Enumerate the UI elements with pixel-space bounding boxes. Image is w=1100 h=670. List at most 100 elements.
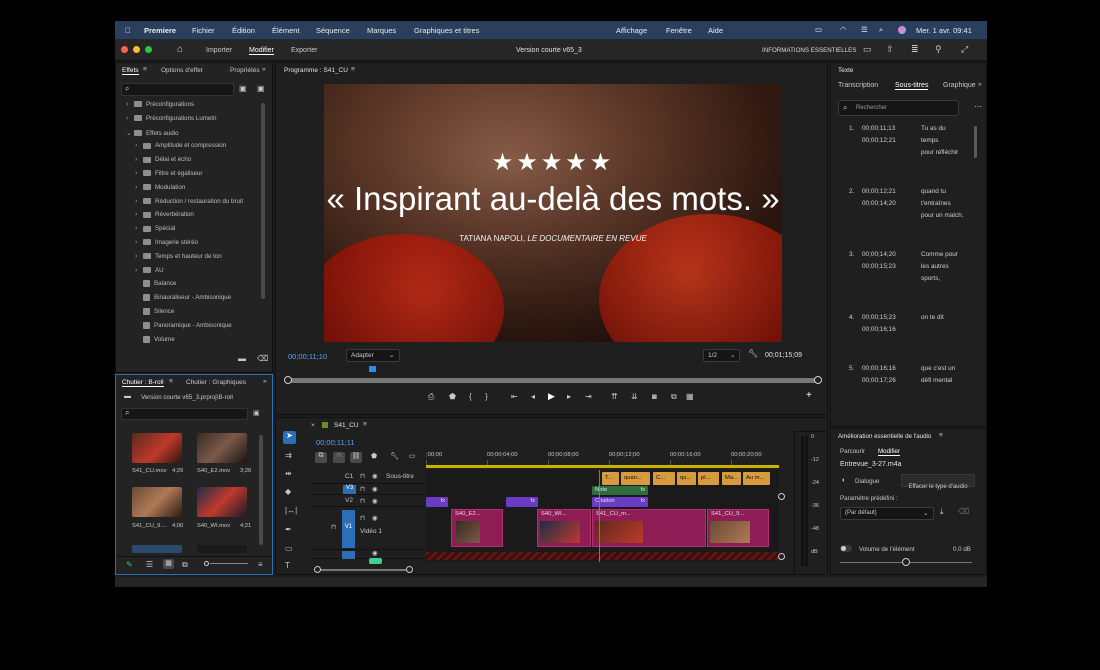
chevron-right-icon[interactable]: › xyxy=(135,267,143,274)
menubar-datetime[interactable]: Mer. 1 avr. 09:41 xyxy=(916,26,972,35)
pen-icon[interactable]: ✒ xyxy=(285,525,292,534)
effects-tree-item[interactable]: › Imagerie stéréo xyxy=(116,239,198,252)
scrub-ruler[interactable] xyxy=(286,368,819,372)
graphic-clip[interactable]: fx xyxy=(426,497,448,507)
effects-search-input[interactable]: ⌕ xyxy=(121,83,234,96)
tab-transcription[interactable]: Transcription xyxy=(838,82,878,89)
zoom-window-button[interactable] xyxy=(145,46,152,53)
scroll-handle[interactable] xyxy=(778,493,785,500)
accelerated-effects-icon[interactable]: ▣ xyxy=(239,84,247,93)
wifi-icon[interactable]: ◠ xyxy=(840,25,847,34)
video-clip[interactable]: S40_E2... xyxy=(451,509,503,547)
effects-tree-item[interactable]: Panoramique - Ambisonique xyxy=(116,321,232,335)
tab-properties[interactable]: Propriétés xyxy=(230,67,260,74)
fullscreen-icon[interactable]: ⤢ xyxy=(961,44,968,55)
effects-tree-item[interactable]: › Réduction / restauration du bruit xyxy=(116,198,243,211)
clip-thumbnail[interactable] xyxy=(132,487,182,517)
go-to-in-icon[interactable]: ⇤ xyxy=(511,392,518,401)
effects-scrollbar[interactable] xyxy=(261,103,265,299)
track-label[interactable]: V3 xyxy=(343,485,356,494)
menu-element[interactable]: Élément xyxy=(272,26,300,35)
new-bin-icon[interactable]: ▣ xyxy=(253,409,260,417)
menu-graphics[interactable]: Graphiques et titres xyxy=(414,26,479,35)
effects-tree-item[interactable]: › AU xyxy=(116,267,164,280)
insert-sequence-icon[interactable]: ⧉ xyxy=(315,452,327,463)
clip-thumbnail[interactable] xyxy=(132,545,182,553)
caption-clip[interactable]: C... xyxy=(653,472,675,485)
new-folder-icon[interactable]: ▬ xyxy=(238,354,246,363)
camera-icon[interactable]: ◙ xyxy=(652,392,657,401)
clip-thumbnail[interactable] xyxy=(197,487,247,517)
tab-graphics[interactable]: Graphique xyxy=(943,82,976,89)
chevron-right-icon[interactable]: › xyxy=(135,142,143,149)
chevron-right-icon[interactable]: › xyxy=(126,101,134,108)
trash-icon[interactable]: ⌫ xyxy=(257,354,268,363)
wrench-icon[interactable]: 🔧︎ xyxy=(748,349,758,358)
effects-tree-item[interactable]: Binauraliseur - Ambisonique xyxy=(116,294,231,307)
eye-icon[interactable]: ◉ xyxy=(372,549,378,557)
eye-icon[interactable]: ◉ xyxy=(372,497,378,505)
caption-clip[interactable]: quan... xyxy=(621,472,650,485)
workspace-essentials[interactable]: INFORMATIONS ESSENTIELLES xyxy=(762,47,856,54)
zoom-slider-handle[interactable] xyxy=(204,561,209,566)
timeline-playhead[interactable] xyxy=(598,470,600,562)
selection-tool-icon[interactable]: ➤ xyxy=(283,431,296,444)
zoom-handle-left[interactable] xyxy=(314,566,321,573)
scrub-end-handle[interactable] xyxy=(814,376,822,384)
chevron-right-icon[interactable]: › xyxy=(135,211,143,218)
scrub-start-handle[interactable] xyxy=(284,376,292,384)
close-icon[interactable]: × xyxy=(311,422,315,429)
sequence-tab[interactable]: S41_CU xyxy=(334,422,359,429)
panel-menu-icon[interactable]: ≡ xyxy=(143,66,147,73)
video-frame[interactable]: ★★★★★ « Inspirant au-delà des mots. » TA… xyxy=(324,84,782,342)
chevron-right-icon[interactable]: › xyxy=(135,156,143,163)
list-view-icon[interactable]: ☰ xyxy=(146,560,153,569)
chevron-right-icon[interactable]: › xyxy=(135,170,143,177)
delete-preset-icon[interactable]: ⌫ xyxy=(958,507,969,516)
lock-icon[interactable]: ⊓ xyxy=(360,497,365,505)
ripple-edit-icon[interactable]: ⇹ xyxy=(285,469,292,478)
scroll-handle[interactable] xyxy=(778,553,785,560)
audio-clip-indicator[interactable] xyxy=(369,558,382,564)
search-icon[interactable]: ⌕ xyxy=(879,25,883,35)
video-clip[interactable]: S40_WI... xyxy=(537,509,591,547)
graphic-clip[interactable]: fx xyxy=(506,497,538,507)
caption-clip[interactable]: Au m... xyxy=(743,472,770,485)
menu-sequence[interactable]: Séquence xyxy=(316,26,350,35)
lock-icon[interactable]: ⊓ xyxy=(360,514,365,522)
chevron-right-icon[interactable]: › xyxy=(135,184,143,191)
proxy-toggle-icon[interactable]: ▦ xyxy=(686,392,694,401)
freeform-view-icon[interactable]: ⧉ xyxy=(182,560,188,570)
effects-tree-item[interactable]: › Délai et écho xyxy=(116,156,191,169)
control-center-icon[interactable]: ☰ xyxy=(861,25,868,34)
lock-icon[interactable]: ⊓ xyxy=(360,472,365,480)
lock-icon[interactable]: ⊓ xyxy=(360,485,365,493)
effects-tree-item[interactable]: Balance xyxy=(116,280,176,293)
marker-icon[interactable]: ⬟ xyxy=(449,392,456,401)
effects-tree-item[interactable]: › Préconfigurations Lumetri xyxy=(116,115,217,128)
eye-icon[interactable]: ◉ xyxy=(372,485,378,493)
caption-clip[interactable]: pl... xyxy=(698,472,719,485)
icon-view-icon[interactable]: ▦ xyxy=(163,559,174,569)
save-preset-icon[interactable]: ⤓ xyxy=(940,507,944,517)
progress-icon[interactable]: ≣ xyxy=(911,44,919,55)
step-back-icon[interactable]: ◂ xyxy=(531,392,535,401)
captions-scrollbar[interactable] xyxy=(974,126,977,158)
more-tabs-icon[interactable]: » xyxy=(262,66,266,73)
panel-menu-icon[interactable]: ≡ xyxy=(169,378,173,385)
clear-audio-type-button[interactable]: Effacer le type d'audio xyxy=(901,474,975,490)
audio-track-clip[interactable] xyxy=(426,552,779,560)
more-tabs-icon[interactable]: » xyxy=(263,378,267,385)
step-forward-icon[interactable]: ▸ xyxy=(567,392,571,401)
menu-view[interactable]: Affichage xyxy=(616,26,647,35)
tab-edit[interactable]: Modifier xyxy=(249,47,274,55)
menu-help[interactable]: Aide xyxy=(708,26,723,35)
work-area-bar[interactable] xyxy=(426,465,779,468)
citation-clip[interactable]: Citation fx xyxy=(592,497,648,507)
track-label[interactable]: C1 xyxy=(345,473,353,480)
tab-browse[interactable]: Parcourir xyxy=(840,448,865,455)
add-marker-icon[interactable]: ⬟ xyxy=(371,452,377,460)
captions-search-input[interactable]: ⌕ Rechercher xyxy=(838,100,959,116)
note-clip[interactable]: Note fx xyxy=(592,486,648,495)
chevron-right-icon[interactable]: › xyxy=(135,198,143,205)
